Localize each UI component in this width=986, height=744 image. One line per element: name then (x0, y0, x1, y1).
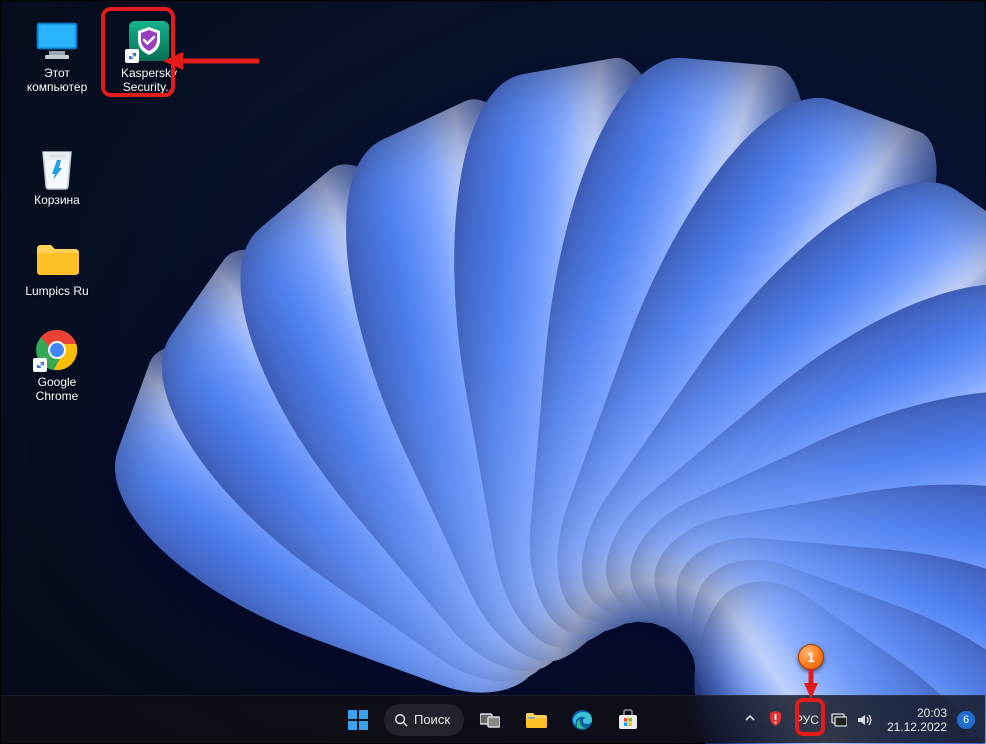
icon-label: Корзина (34, 193, 80, 207)
icon-label: Security... (123, 80, 175, 94)
taskbar-right: РУС 20:03 21.12.2022 6 (740, 706, 975, 734)
search-icon (394, 713, 408, 727)
annotation-step-badge-1: 1 (798, 644, 824, 670)
language-label: РУС (795, 713, 819, 727)
taskbar-app-explorer[interactable] (516, 700, 556, 740)
file-explorer-icon (525, 711, 547, 729)
system-tray (764, 710, 787, 730)
wallpaper-bloom (201, 61, 961, 701)
folder-icon (35, 241, 79, 277)
tray-kaspersky-icon[interactable] (768, 710, 783, 730)
date-label: 21.12.2022 (887, 720, 947, 734)
taskbar: Поиск (1, 695, 985, 743)
desktop-icon-this-pc[interactable]: Этот компьютер (15, 15, 99, 98)
chevron-up-icon (744, 712, 756, 724)
recycle-bin-icon (37, 146, 77, 190)
task-view-button[interactable] (470, 700, 510, 740)
start-button[interactable] (338, 700, 378, 740)
windows-start-icon (348, 710, 368, 730)
icon-label: Chrome (36, 389, 79, 403)
taskbar-clock[interactable]: 20:03 21.12.2022 (881, 706, 953, 734)
taskbar-app-store[interactable] (608, 700, 648, 740)
desktop-icon-folder-lumpics[interactable]: Lumpics Ru (15, 233, 99, 302)
network-icon (831, 713, 847, 727)
desktop-icon-kaspersky[interactable]: Kaspersky Security... (107, 15, 191, 98)
language-indicator[interactable]: РУС (791, 713, 823, 727)
desktop-icon-chrome[interactable]: Google Chrome (15, 324, 99, 407)
windows-desktop: Этот компьютер Корзина Lu (0, 0, 986, 744)
icon-label: Google (38, 375, 77, 389)
icon-label: Kaspersky (121, 66, 177, 80)
quick-settings-button[interactable] (827, 713, 877, 727)
monitor-icon (35, 21, 79, 61)
desktop-icon-recycle-bin[interactable]: Корзина (15, 142, 99, 211)
volume-icon (857, 713, 873, 727)
taskbar-app-edge[interactable] (562, 700, 602, 740)
search-label: Поиск (414, 712, 450, 727)
badge-number: 1 (807, 649, 815, 665)
icon-label: Lumpics Ru (25, 284, 88, 298)
shield-alert-icon (768, 710, 783, 727)
tray-overflow-button[interactable] (740, 712, 760, 727)
icon-label: Этот (44, 66, 70, 80)
edge-icon (571, 709, 593, 731)
shortcut-overlay-icon (33, 358, 47, 372)
desktop-icons-area: Этот компьютер Корзина Lu (15, 13, 105, 429)
notification-center-button[interactable]: 6 (957, 711, 975, 729)
taskbar-center: Поиск (338, 700, 648, 740)
taskbar-search[interactable]: Поиск (384, 704, 464, 736)
notification-count: 6 (963, 714, 969, 726)
time-label: 20:03 (887, 706, 947, 720)
icon-label: компьютер (27, 80, 88, 94)
task-view-icon (480, 712, 500, 728)
shortcut-overlay-icon (125, 49, 139, 63)
microsoft-store-icon (617, 709, 639, 731)
